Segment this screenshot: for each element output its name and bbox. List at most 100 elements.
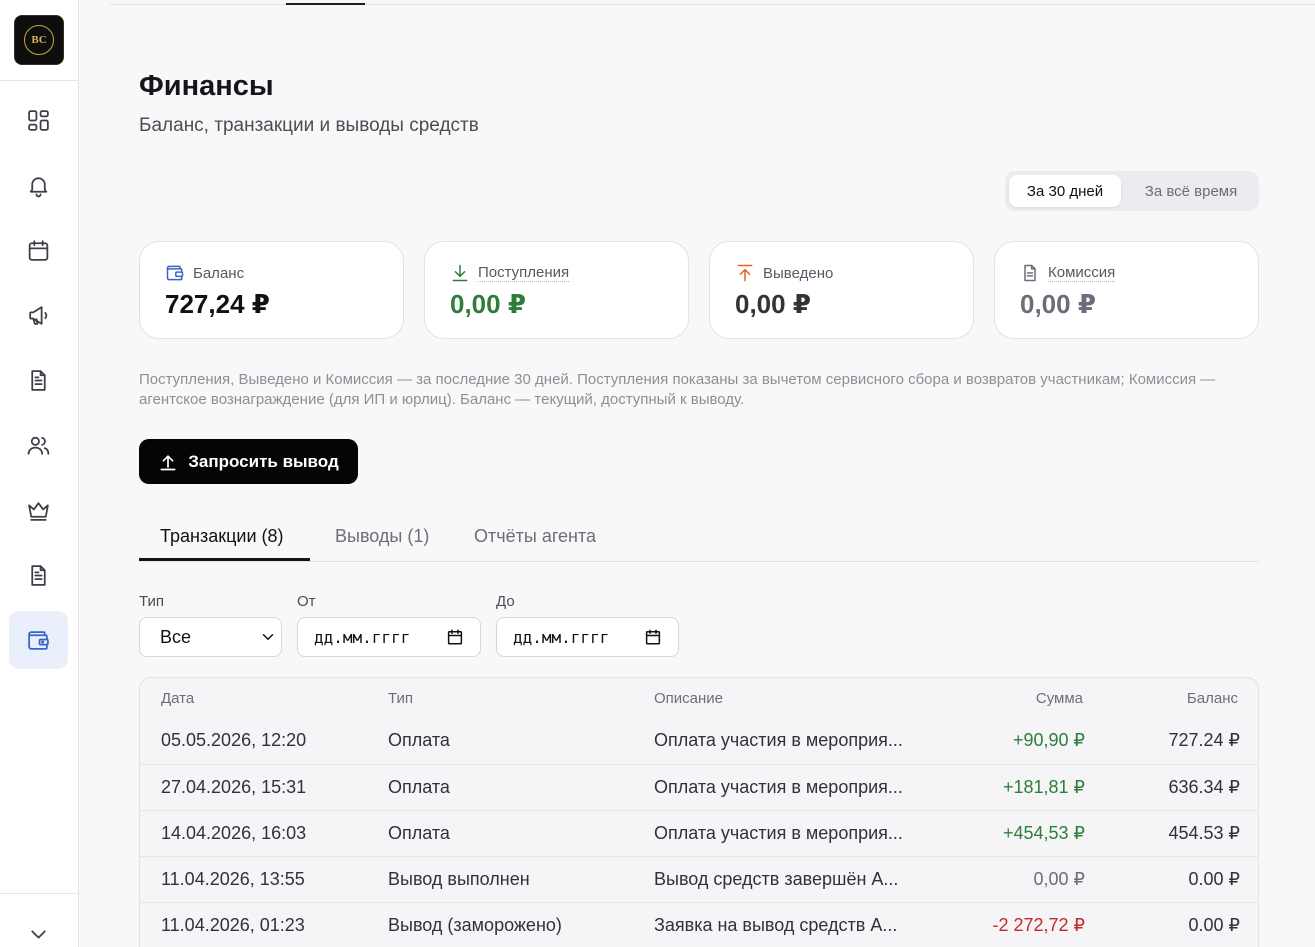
table-row[interactable]: 05.05.2026, 12:20 Оплата Оплата участия … bbox=[140, 718, 1258, 764]
commission-value: 0,00 ₽ bbox=[1020, 289, 1096, 319]
cell-description: Оплата участия в мероприя... bbox=[654, 823, 903, 843]
megaphone-icon bbox=[29, 305, 48, 325]
balance-card: Баланс 727,24 ₽ bbox=[139, 241, 404, 339]
from-date-input[interactable]: дд.мм.гггг bbox=[297, 617, 481, 657]
cell-date: 05.05.2026, 12:20 bbox=[161, 730, 307, 750]
wallet-icon bbox=[166, 265, 184, 281]
card-label: Выведено bbox=[763, 264, 834, 282]
top-nav-active-indicator bbox=[286, 3, 365, 5]
withdrawn-card: Выведено 0,00 ₽ bbox=[709, 241, 974, 339]
active-tab-underline bbox=[139, 558, 310, 561]
withdrawn-value: 0,00 ₽ bbox=[735, 289, 811, 319]
crown-icon bbox=[28, 501, 49, 521]
document-icon bbox=[1024, 264, 1036, 282]
cell-date: 11.04.2026, 01:23 bbox=[161, 915, 305, 935]
tab-agent-reports[interactable]: Отчёты агента bbox=[474, 526, 596, 547]
column-header-description: Описание bbox=[654, 690, 724, 707]
column-header-balance: Баланс bbox=[1186, 690, 1238, 707]
commission-card: Комиссия 0,00 ₽ bbox=[994, 241, 1259, 339]
column-header-amount: Сумма bbox=[1035, 690, 1083, 707]
type-filter-select[interactable]: Все bbox=[139, 617, 282, 657]
cell-description: Вывод средств завершён А... bbox=[654, 869, 899, 889]
cell-description: Оплата участия в мероприя... bbox=[654, 777, 903, 797]
sidebar-item-calendar[interactable] bbox=[9, 221, 68, 279]
users-icon bbox=[27, 436, 50, 455]
column-header-date: Дата bbox=[161, 690, 195, 707]
sidebar-expand-button[interactable] bbox=[9, 905, 68, 947]
period-switch: За 30 дней За всё время bbox=[1005, 171, 1259, 211]
calendar-icon bbox=[645, 629, 661, 645]
sidebar-item-announcements[interactable] bbox=[9, 286, 68, 344]
sidebar-item-premium[interactable] bbox=[9, 481, 68, 539]
balance-value: 727,24 ₽ bbox=[165, 289, 270, 319]
transactions-table: Дата Тип Описание Сумма Баланс 05.05.202… bbox=[139, 677, 1259, 947]
sidebar-divider bbox=[0, 893, 79, 894]
cell-amount: +181,81 ₽ bbox=[1002, 777, 1085, 797]
cell-amount: +454,53 ₽ bbox=[1002, 823, 1085, 843]
column-header-type: Тип bbox=[388, 690, 414, 707]
request-withdrawal-button[interactable]: Запросить вывод bbox=[139, 439, 358, 484]
table-row[interactable]: 14.04.2026, 16:03 Оплата Оплата участия … bbox=[140, 810, 1258, 856]
request-withdrawal-label: Запросить вывод bbox=[188, 451, 339, 471]
calendar-icon bbox=[447, 629, 463, 645]
cell-type: Вывод выполнен bbox=[388, 869, 530, 889]
card-label[interactable]: Комиссия bbox=[1048, 264, 1116, 282]
card-label[interactable]: Поступления bbox=[478, 264, 570, 282]
cell-type: Оплата bbox=[388, 730, 450, 750]
tab-withdrawals[interactable]: Выводы (1) bbox=[335, 526, 429, 547]
type-filter-value: Все bbox=[160, 626, 192, 647]
summary-note: Поступления, Выведено и Комиссия — за по… bbox=[139, 371, 1216, 408]
sidebar-item-dashboard[interactable] bbox=[9, 91, 68, 149]
calendar-icon bbox=[28, 239, 49, 261]
table-row[interactable]: 27.04.2026, 15:31 Оплата Оплата участия … bbox=[140, 764, 1258, 810]
cell-balance: 727.24 ₽ bbox=[1168, 730, 1240, 750]
cell-amount: 0,00 ₽ bbox=[1033, 869, 1086, 889]
tab-transactions[interactable]: Транзакции (8) bbox=[160, 526, 284, 547]
table-row[interactable]: 11.04.2026, 01:23 Вывод (заморожено) Зая… bbox=[140, 902, 1258, 947]
sidebar-item-notifications[interactable] bbox=[9, 156, 68, 214]
sidebar-divider bbox=[0, 80, 79, 81]
to-filter-label: До bbox=[496, 593, 515, 610]
sidebar-item-finance[interactable] bbox=[9, 611, 68, 669]
from-date-placeholder: дд.мм.гггг bbox=[314, 627, 411, 647]
cell-type: Вывод (заморожено) bbox=[388, 915, 562, 935]
tabs-divider bbox=[139, 561, 1259, 562]
download-icon bbox=[452, 264, 468, 282]
cell-date: 27.04.2026, 15:31 bbox=[161, 777, 307, 797]
from-filter-label: От bbox=[297, 593, 316, 610]
wallet-icon bbox=[28, 630, 49, 650]
upload-icon bbox=[160, 454, 176, 470]
chevron-down-icon bbox=[31, 929, 46, 939]
cell-type: Оплата bbox=[388, 823, 450, 843]
app-logo[interactable]: BC bbox=[14, 15, 64, 65]
type-filter-label: Тип bbox=[139, 593, 165, 610]
bell-icon bbox=[29, 176, 48, 197]
period-30-days-button[interactable]: За 30 дней bbox=[1009, 175, 1121, 207]
to-date-input[interactable]: дд.мм.гггг bbox=[496, 617, 679, 657]
cell-description: Оплата участия в мероприя... bbox=[654, 730, 903, 750]
cell-balance: 0.00 ₽ bbox=[1188, 869, 1241, 889]
page-title: Финансы bbox=[139, 70, 274, 102]
card-label: Баланс bbox=[193, 264, 245, 282]
cell-date: 14.04.2026, 16:03 bbox=[161, 823, 307, 843]
upload-icon bbox=[737, 264, 753, 282]
cell-description: Заявка на вывод средств А... bbox=[654, 915, 898, 935]
cell-date: 11.04.2026, 13:55 bbox=[161, 869, 305, 889]
sidebar-item-documents[interactable] bbox=[9, 351, 68, 409]
cell-type: Оплата bbox=[388, 777, 450, 797]
income-card: Поступления 0,00 ₽ bbox=[424, 241, 689, 339]
cell-balance: 0.00 ₽ bbox=[1188, 915, 1241, 935]
page-subtitle: Баланс, транзакции и выводы средств bbox=[139, 115, 479, 136]
dashboard-icon bbox=[28, 109, 49, 131]
to-date-placeholder: дд.мм.гггг bbox=[513, 627, 610, 647]
report-icon bbox=[31, 564, 46, 586]
period-all-time-button[interactable]: За всё время bbox=[1127, 175, 1255, 207]
table-row[interactable]: 11.04.2026, 13:55 Вывод выполнен Вывод с… bbox=[140, 856, 1258, 902]
sidebar-item-members[interactable] bbox=[9, 416, 68, 474]
document-icon bbox=[31, 369, 46, 391]
sidebar-item-reports[interactable] bbox=[9, 546, 68, 604]
logo-emblem-icon: BC bbox=[24, 25, 54, 55]
chevron-down-icon bbox=[262, 634, 274, 640]
cell-amount: -2 272,72 ₽ bbox=[992, 915, 1085, 935]
cell-amount: +90,90 ₽ bbox=[1012, 730, 1085, 750]
